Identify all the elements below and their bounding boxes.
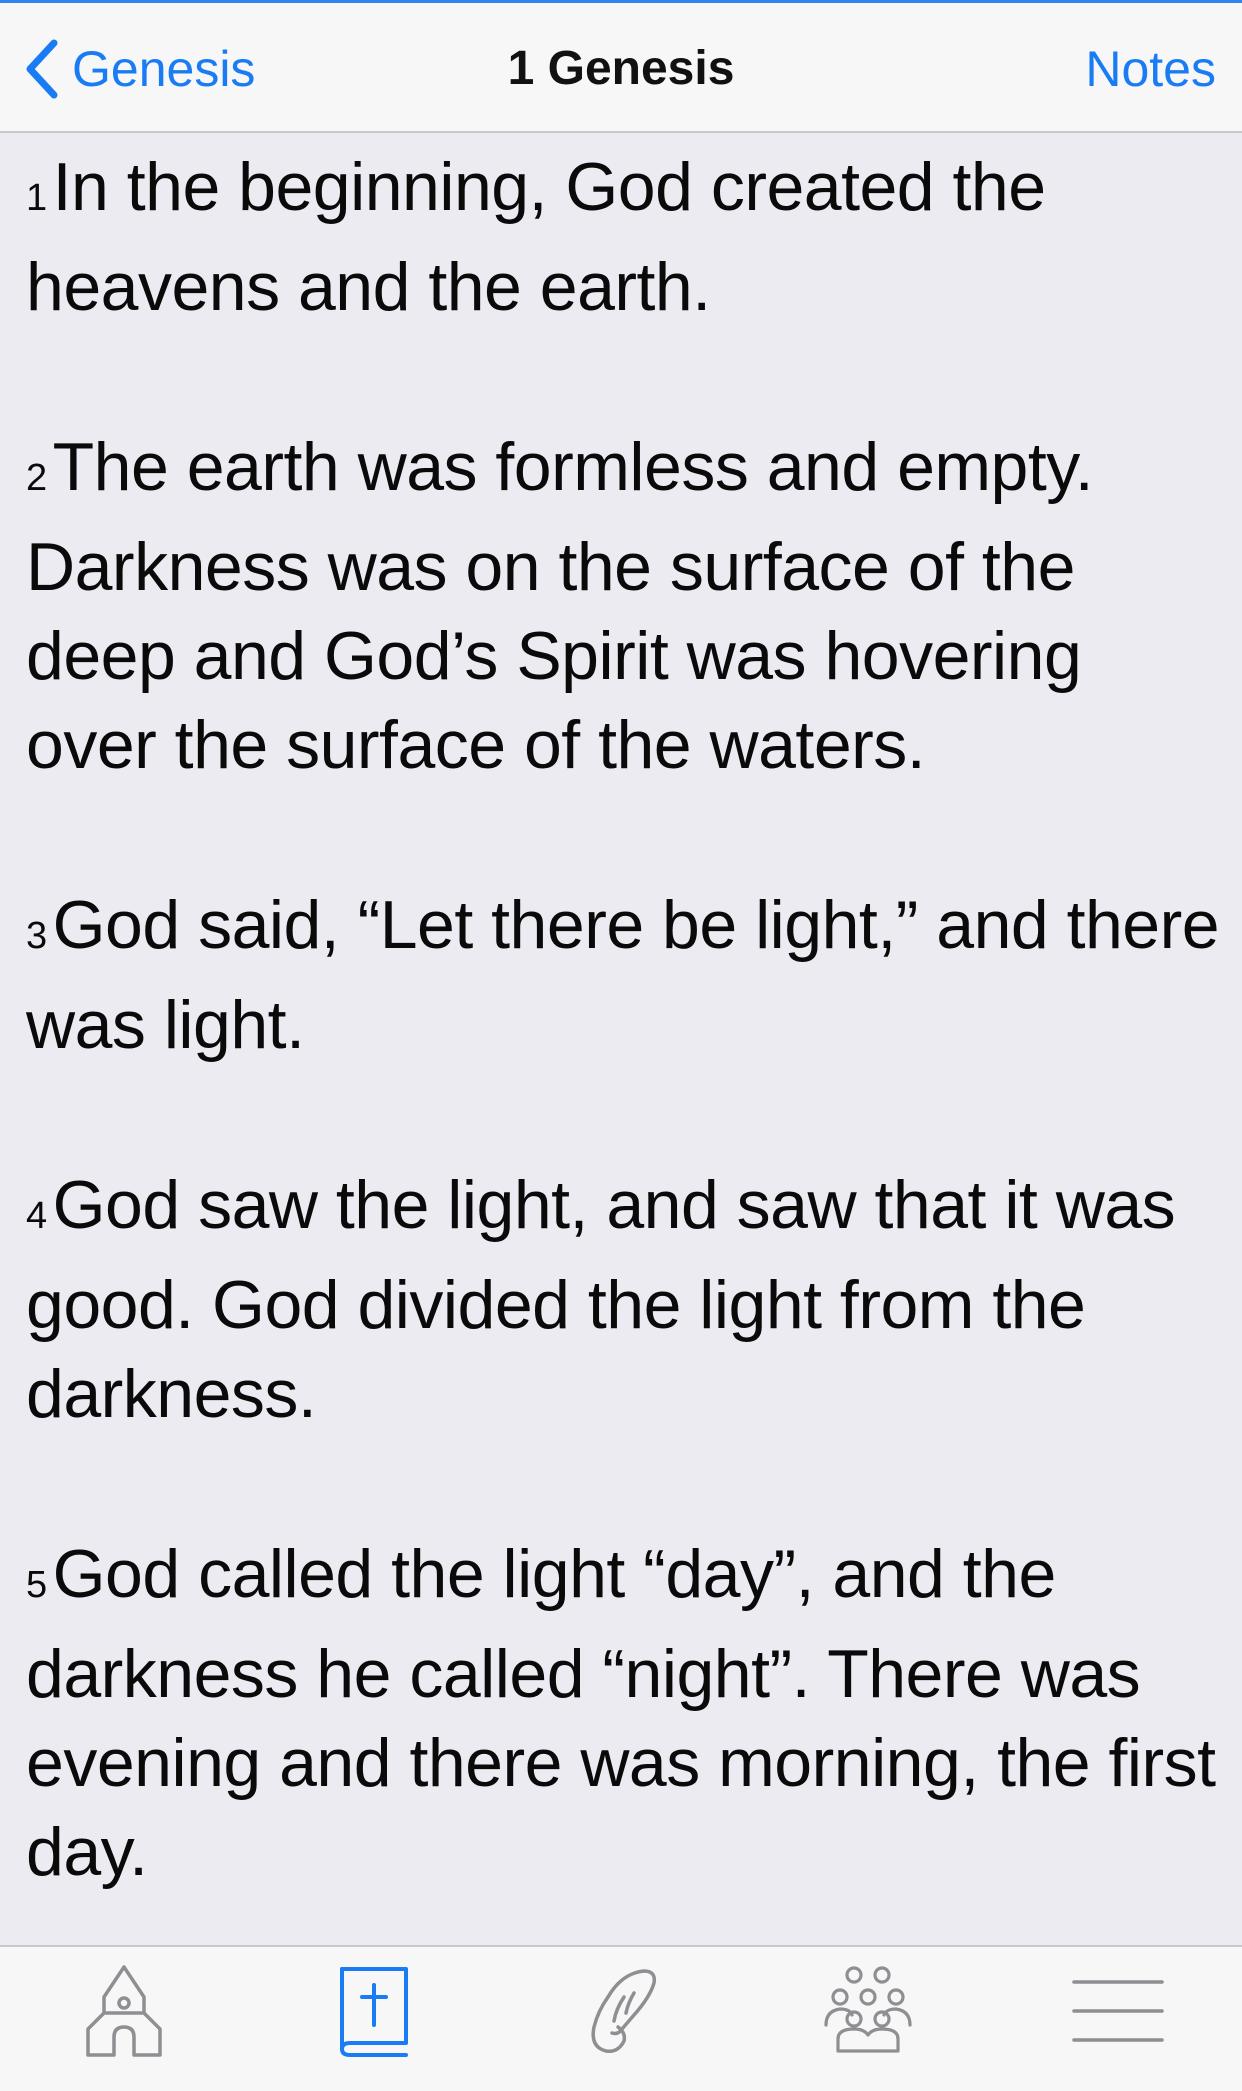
tab-menu[interactable]	[1058, 1961, 1178, 2061]
verse-text: God said, “Let there be light,” and ther…	[26, 887, 1220, 1063]
verse-text: In the beginning, God created the heaven…	[26, 149, 1046, 325]
verse[interactable]: 2The earth was formless and empty. Darkn…	[26, 423, 1222, 790]
verse-number: 3	[26, 915, 47, 957]
page-title: 1 Genesis	[507, 42, 735, 95]
verse-text: God called the light “day”, and the dark…	[26, 1536, 1216, 1890]
verse-number: 5	[26, 1564, 47, 1606]
menu-icon	[1072, 1980, 1164, 2042]
verse-number: 2	[26, 457, 47, 499]
church-icon	[86, 1965, 162, 2057]
verse-number: 1	[26, 177, 47, 219]
verse[interactable]: 3God said, “Let there be light,” and the…	[26, 881, 1222, 1070]
chapter-text: 1In the beginning, God created the heave…	[26, 143, 1222, 1935]
verse-number: 4	[26, 1195, 47, 1237]
community-icon	[824, 1966, 912, 2053]
tab-bible[interactable]	[312, 1961, 432, 2061]
tab-community[interactable]	[808, 1961, 928, 2061]
notes-button[interactable]: Notes	[1085, 33, 1216, 105]
tab-church[interactable]	[64, 1961, 184, 2061]
prayer-hands-icon	[591, 1969, 657, 2054]
verse[interactable]: 1In the beginning, God created the heave…	[26, 143, 1222, 332]
verse[interactable]: 5God called the light “day”, and the dar…	[26, 1530, 1222, 1897]
verse[interactable]: 4God saw the light, and saw that it was …	[26, 1161, 1222, 1439]
tab-bar	[0, 1945, 1242, 2091]
verse-text: God saw the light, and saw that it was g…	[26, 1167, 1176, 1432]
verse-text: The earth was formless and empty. Darkne…	[26, 429, 1094, 783]
tab-prayer[interactable]	[560, 1961, 680, 2061]
navigation-bar: Genesis 1 Genesis Notes	[0, 3, 1242, 133]
bible-icon	[340, 1967, 408, 2057]
